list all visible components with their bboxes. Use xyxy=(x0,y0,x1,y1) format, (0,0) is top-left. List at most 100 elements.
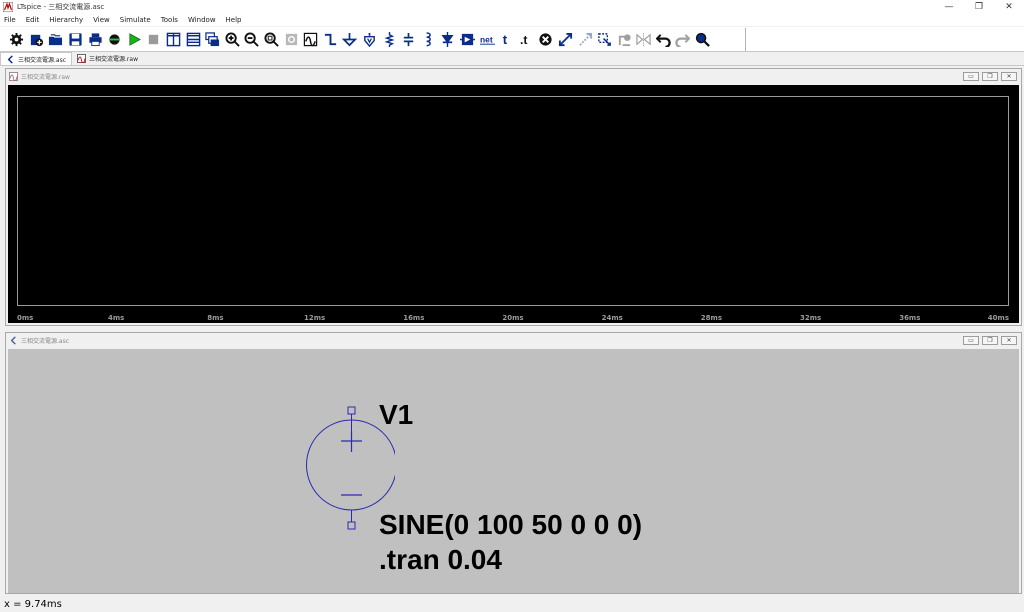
toolbar: net t .t xyxy=(0,27,1024,52)
text-tool-label: t xyxy=(503,32,508,47)
plot-frame xyxy=(17,96,1009,306)
restore-icon: ❐ xyxy=(987,337,993,344)
cursor-readout: x = 9.74ms xyxy=(4,599,62,610)
waveform-plot-area[interactable]: 0ms 4ms 8ms 12ms 16ms 20ms 24ms 28ms 32ms 36ms 40m… xyxy=(8,85,1019,323)
halt-icon[interactable] xyxy=(144,30,164,49)
save-icon[interactable] xyxy=(66,30,86,49)
move-icon[interactable] xyxy=(575,30,595,49)
tile-horizontal-icon[interactable] xyxy=(183,30,203,49)
waveform-window: 三相交流電源.raw ▭ ❐ ✕ 0ms 4ms 8ms 12ms 16ms 20ms 24… xyxy=(5,68,1022,326)
menu-window[interactable]: Window xyxy=(183,14,221,26)
schematic-close-button[interactable]: ✕ xyxy=(1001,336,1017,345)
x-tick-label: 40ms xyxy=(987,314,1009,322)
net-name-icon[interactable]: net xyxy=(477,30,497,49)
new-schematic-icon[interactable] xyxy=(27,30,47,49)
cascade-icon[interactable] xyxy=(203,30,223,49)
undo-icon[interactable] xyxy=(654,30,674,49)
maximize-button[interactable]: ❐ xyxy=(964,0,994,14)
spice-directive[interactable]: .tran 0.04 xyxy=(379,544,502,576)
minimize-icon: ▭ xyxy=(968,73,974,80)
close-icon: ✕ xyxy=(1006,337,1012,344)
print-icon[interactable] xyxy=(85,30,105,49)
document-tab-bar: 三相交流電源.asc 三相交流電源.raw xyxy=(0,52,1024,66)
waveform-file-icon xyxy=(77,54,87,63)
window-controls: — ❐ ✕ xyxy=(934,0,1024,14)
ltspice-logo-icon xyxy=(3,2,13,12)
schematic-window-title: 三相交流電源.asc xyxy=(21,337,70,345)
duplicate-icon[interactable] xyxy=(556,30,576,49)
autorange-icon[interactable] xyxy=(301,30,321,49)
inductor-icon[interactable] xyxy=(418,30,438,49)
paste-icon[interactable] xyxy=(614,30,634,49)
tab-schematic[interactable]: 三相交流電源.asc xyxy=(0,52,73,65)
waveform-window-titlebar: 三相交流電源.raw ▭ ❐ ✕ xyxy=(6,69,1021,83)
ltspice-app: LTspice - 三相交流電源.asc — ❐ ✕ File Edit Hie… xyxy=(0,0,1024,612)
menu-tools[interactable]: Tools xyxy=(156,14,183,26)
run-icon[interactable] xyxy=(125,30,145,49)
delete-icon[interactable] xyxy=(536,30,556,49)
schematic-window-icon xyxy=(10,335,16,345)
schematic-minimize-button[interactable]: ▭ xyxy=(963,336,979,345)
component-name[interactable]: V1 xyxy=(379,399,413,431)
spice-directive-icon[interactable]: .t xyxy=(516,30,536,49)
menu-edit[interactable]: Edit xyxy=(21,14,45,26)
toolbar-icons: net t .t xyxy=(7,30,712,49)
capacitor-icon[interactable] xyxy=(399,30,419,49)
status-bar: x = 9.74ms xyxy=(0,597,1024,612)
waveform-restore-button[interactable]: ❐ xyxy=(982,72,998,81)
component-icon[interactable] xyxy=(458,30,478,49)
menu-bar: File Edit Hierarchy View Simulate Tools … xyxy=(0,14,1024,26)
x-tick-label: 32ms xyxy=(799,314,822,322)
x-tick-label: 8ms xyxy=(207,314,224,322)
pin-bottom[interactable] xyxy=(347,521,356,530)
diode-icon[interactable] xyxy=(438,30,458,49)
menu-file[interactable]: File xyxy=(0,14,21,26)
control-panel-icon[interactable] xyxy=(7,30,27,49)
schematic-restore-button[interactable]: ❐ xyxy=(982,336,998,345)
tab-waveform[interactable]: 三相交流電源.raw xyxy=(72,52,143,65)
schematic-window-controls: ▭ ❐ ✕ xyxy=(963,336,1017,345)
resistor-icon[interactable] xyxy=(379,30,399,49)
open-icon[interactable] xyxy=(46,30,66,49)
menu-hierarchy[interactable]: Hierarchy xyxy=(44,14,88,26)
zoom-out-icon[interactable] xyxy=(242,30,262,49)
zoom-fit-icon[interactable] xyxy=(262,30,282,49)
waveform-window-controls: ▭ ❐ ✕ xyxy=(963,72,1017,81)
minimize-icon: ▭ xyxy=(968,337,974,344)
menu-view[interactable]: View xyxy=(88,14,115,26)
cut-icon[interactable] xyxy=(105,30,125,49)
component-value[interactable]: SINE(0 100 50 0 0 0) xyxy=(379,509,642,541)
menu-simulate[interactable]: Simulate xyxy=(115,14,156,26)
label-net-icon[interactable] xyxy=(360,30,380,49)
x-tick-label: 24ms xyxy=(601,314,623,322)
close-button[interactable]: ✕ xyxy=(994,0,1024,14)
zoom-back-icon[interactable] xyxy=(281,30,301,49)
mirror-icon[interactable] xyxy=(634,30,654,49)
x-tick-label: 36ms xyxy=(899,314,921,322)
x-tick-label: 4ms xyxy=(108,314,125,322)
menu-help[interactable]: Help xyxy=(221,14,247,26)
drag-icon[interactable] xyxy=(595,30,615,49)
find-icon[interactable] xyxy=(693,30,713,49)
waveform-window-title: 三相交流電源.raw xyxy=(21,73,70,81)
redo-icon[interactable] xyxy=(673,30,693,49)
schematic-window-titlebar: 三相交流電源.asc ▭ ❐ ✕ xyxy=(6,333,1021,347)
title-bar: LTspice - 三相交流電源.asc — ❐ ✕ xyxy=(0,0,1024,14)
x-tick-label: 16ms xyxy=(403,314,425,322)
zoom-in-icon[interactable] xyxy=(223,30,243,49)
minimize-button[interactable]: — xyxy=(934,0,964,14)
restore-icon: ❐ xyxy=(987,73,993,80)
tile-vertical-icon[interactable] xyxy=(164,30,184,49)
waveform-window-icon xyxy=(9,71,18,81)
x-tick-label: 0ms xyxy=(17,314,34,322)
tab-schematic-label: 三相交流電源.asc xyxy=(18,56,67,64)
x-tick-label: 28ms xyxy=(700,314,722,322)
wire-icon[interactable] xyxy=(321,30,341,49)
text-icon[interactable]: t xyxy=(497,30,517,49)
schematic-window: 三相交流電源.asc ▭ ❐ ✕ V1 SINE(0 100 50 0 0 0)… xyxy=(5,332,1022,594)
waveform-minimize-button[interactable]: ▭ xyxy=(963,72,979,81)
pin-top[interactable] xyxy=(347,406,356,415)
waveform-close-button[interactable]: ✕ xyxy=(1001,72,1017,81)
schematic-canvas[interactable]: V1 SINE(0 100 50 0 0 0) .tran 0.04 xyxy=(8,349,1019,593)
ground-icon[interactable] xyxy=(340,30,360,49)
